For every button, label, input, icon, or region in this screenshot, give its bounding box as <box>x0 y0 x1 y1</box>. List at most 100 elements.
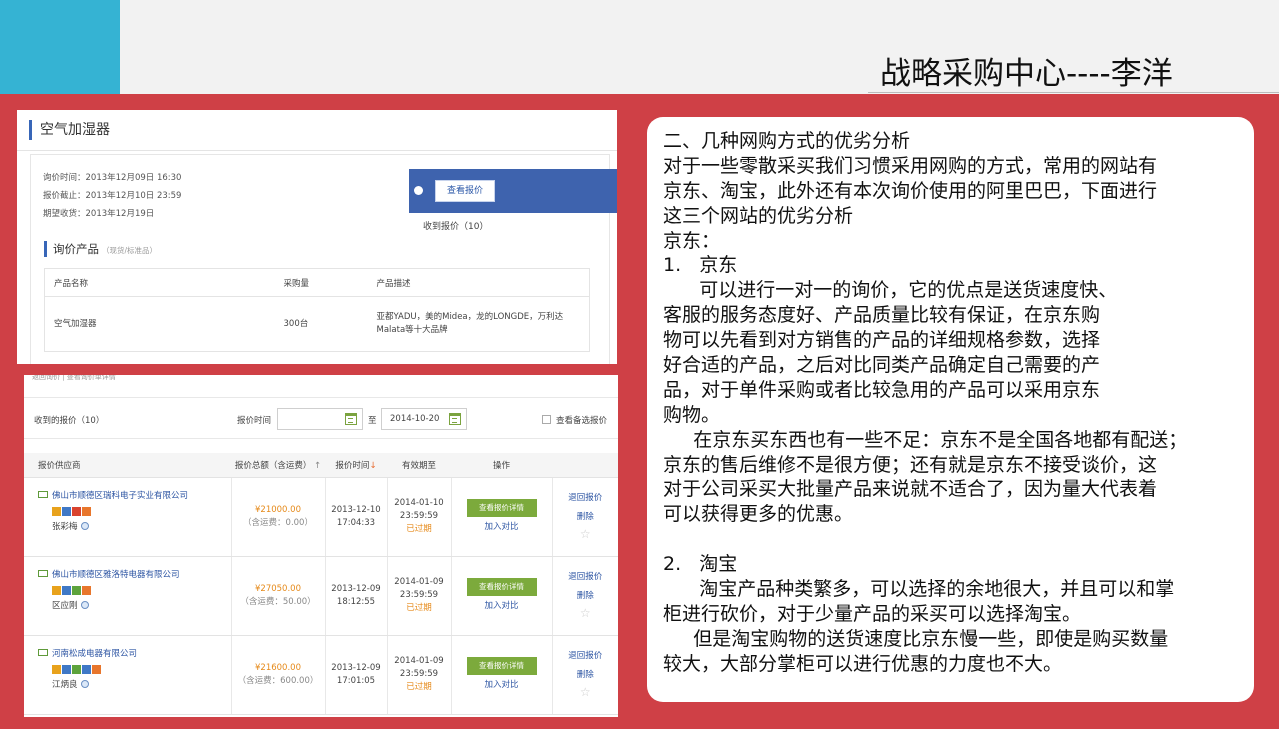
envelope-icon[interactable] <box>38 569 48 577</box>
supplier-name[interactable]: 河南松成电器有限公司 <box>52 649 137 659</box>
star-icon[interactable]: ☆ <box>553 528 619 541</box>
inquiry-detail-screenshot: 空气加湿器 询价时间：2013年12月09日 16:30 报价截止：2013年1… <box>17 110 617 364</box>
table-row: 佛山市顺德区雅洛特电器有限公司 区应刚 ¥27050.00 （含运费：50.00… <box>24 556 619 636</box>
col-total[interactable]: 报价总额（含运费） ↑ <box>231 453 325 478</box>
badge-icon <box>62 664 71 674</box>
badge-icon <box>82 506 91 516</box>
date-to-input[interactable]: 2014-10-20 <box>381 408 467 430</box>
analysis-line <box>663 527 1251 552</box>
quote-time: 18:12:55 <box>336 596 376 607</box>
received-quotes-label: 收到的报价（10） <box>34 416 105 426</box>
view-quotes-button[interactable]: 查看报价 <box>435 180 495 202</box>
analysis-line: 二、几种网购方式的优劣分析 <box>663 130 911 152</box>
analysis-line: 京东的售后维修不是很方便；还有就是京东不接受谈价，这 <box>663 453 1158 476</box>
analysis-text: 二、几种网购方式的优劣分析 对于一些零散采买我们习惯采用网购的方式，常用的网站有京… <box>663 129 1251 677</box>
supplier-cell: 佛山市顺德区雅洛特电器有限公司 区应刚 <box>24 556 231 636</box>
view-detail-button[interactable]: 查看报价详情 <box>466 657 537 675</box>
description-line-1: 亚都YADU，美的Midea，龙的LONGDE，万利达 <box>376 312 564 322</box>
ribbon-dot-icon <box>414 186 423 195</box>
star-icon[interactable]: ☆ <box>553 607 619 620</box>
supplier-cell: 佛山市顺德区瑞科电子实业有限公司 张彩梅 <box>24 477 231 557</box>
table-row: 空气加湿器 300台 亚都YADU，美的Midea，龙的LONGDE，万利达 M… <box>44 296 590 352</box>
view-detail-button[interactable]: 查看报价详情 <box>466 578 537 596</box>
analysis-line: 购物。 <box>663 403 721 426</box>
quote-ribbon: 查看报价 <box>409 169 617 213</box>
analysis-line: 可以获得更多的优惠。 <box>663 503 854 526</box>
add-compare-link[interactable]: 加入对比 <box>452 521 552 534</box>
analysis-line: 柜进行砍价，对于少量产品的采买可以选择淘宝。 <box>663 602 1082 625</box>
supplier-name[interactable]: 佛山市顺德区瑞科电子实业有限公司 <box>52 491 188 501</box>
return-quote-link[interactable]: 退回报价 <box>553 492 619 505</box>
calendar-icon[interactable] <box>449 413 461 425</box>
show-selected-label: 查看备选报价 <box>556 416 608 426</box>
show-selected-checkbox[interactable] <box>542 415 551 424</box>
envelope-icon[interactable] <box>38 648 48 656</box>
product-quantity: 300台 <box>274 296 368 352</box>
analysis-line: 2. 淘宝 <box>663 553 738 576</box>
quotes-table: 报价供应商 报价总额（含运费） ↑ 报价时间↓ 有效期至 操作 佛山市顺德区瑞科… <box>24 453 618 715</box>
quotes-table-header: 报价供应商 报价总额（含运费） ↑ 报价时间↓ 有效期至 操作 <box>24 453 618 478</box>
analysis-line: 淘宝产品种类繁多，可以选择的余地很大，并且可以和掌 <box>663 578 1175 601</box>
badge-icon <box>72 506 81 516</box>
product-name: 空气加湿器 <box>44 296 275 352</box>
header-divider <box>17 150 617 151</box>
calendar-icon[interactable] <box>345 413 357 425</box>
quote-price: ¥21600.00 <box>255 662 301 673</box>
return-quote-link[interactable]: 退回报价 <box>553 650 619 663</box>
title-underline <box>868 92 1279 93</box>
products-heading: 询价产品 （现货/标准品） <box>44 241 157 257</box>
add-compare-link[interactable]: 加入对比 <box>452 600 552 613</box>
chat-icon[interactable] <box>80 600 89 609</box>
analysis-line: 较大，大部分掌柜可以进行优惠的力度也不大。 <box>663 652 1063 675</box>
quote-date: 2013-12-09 <box>331 662 381 673</box>
contact-person: 区应刚 <box>52 600 231 613</box>
badge-icon <box>82 585 91 595</box>
quote-time: 17:04:33 <box>336 517 376 528</box>
analysis-line: 京东： <box>663 229 721 252</box>
delete-link[interactable]: 删除 <box>553 511 619 524</box>
quote-time-cell: 2013-12-09 18:12:55 <box>324 556 387 636</box>
analysis-line: 可以进行一对一的询价，它的优点是送货速度快、 <box>663 279 1118 302</box>
credential-badges <box>52 664 231 675</box>
expected-delivery: 期望收货：2013年12月19日 <box>43 209 155 219</box>
to-label: 至 <box>368 416 377 426</box>
valid-date: 2014-01-09 <box>394 577 444 587</box>
action-cell: 查看报价详情 加入对比 <box>450 477 552 557</box>
view-detail-button[interactable]: 查看报价详情 <box>466 499 537 517</box>
shipping-fee: （含运费：0.00） <box>243 517 313 528</box>
col-total-label: 报价总额（含运费） <box>234 460 312 471</box>
valid-time: 23:59:59 <box>399 511 439 521</box>
sort-down-icon[interactable]: ↓ <box>369 461 376 471</box>
quote-time-label: 报价时间 <box>237 416 272 426</box>
contact-name: 江炳良 <box>52 679 78 690</box>
col-time[interactable]: 报价时间↓ <box>325 453 387 478</box>
badge-icon <box>82 664 91 674</box>
return-quote-link[interactable]: 退回报价 <box>553 571 619 584</box>
delete-link[interactable]: 删除 <box>553 669 619 682</box>
credential-badges <box>52 585 231 596</box>
contact-person: 张彩梅 <box>52 521 231 534</box>
delete-link[interactable]: 删除 <box>553 590 619 603</box>
col-quantity: 采购量 <box>274 268 368 297</box>
valid-time: 23:59:59 <box>399 669 439 679</box>
supplier-cell: 河南松成电器有限公司 江炳良 <box>24 635 231 715</box>
products-table-header: 产品名称 采购量 产品描述 <box>44 268 590 297</box>
col-valid: 有效期至 <box>387 453 451 478</box>
add-compare-link[interactable]: 加入对比 <box>452 679 552 692</box>
extra-action-cell: 退回报价 删除 ☆ <box>551 556 619 636</box>
quotes-list-screenshot: 返回询价 | 查看询价单详情 收到的报价（10） 报价时间 至 2014-10-… <box>24 375 618 717</box>
status-badge: 已过期 <box>406 603 432 613</box>
description-line-2: Malata等十大品牌 <box>376 325 448 335</box>
quote-price: ¥21000.00 <box>255 504 301 515</box>
analysis-line: 客服的服务态度好、产品质量比较有保证，在京东购 <box>663 304 1101 327</box>
supplier-name[interactable]: 佛山市顺德区雅洛特电器有限公司 <box>52 570 180 580</box>
sort-up-icon[interactable]: ↑ <box>314 461 321 471</box>
extra-action-cell: 退回报价 删除 ☆ <box>551 477 619 557</box>
star-icon[interactable]: ☆ <box>553 686 619 699</box>
chat-icon[interactable] <box>80 521 89 530</box>
date-from-input[interactable] <box>277 408 363 430</box>
quote-time-cell: 2013-12-10 17:04:33 <box>324 477 387 557</box>
shipping-fee: （含运费：600.00） <box>237 675 319 686</box>
chat-icon[interactable] <box>80 679 89 688</box>
envelope-icon[interactable] <box>38 490 48 498</box>
